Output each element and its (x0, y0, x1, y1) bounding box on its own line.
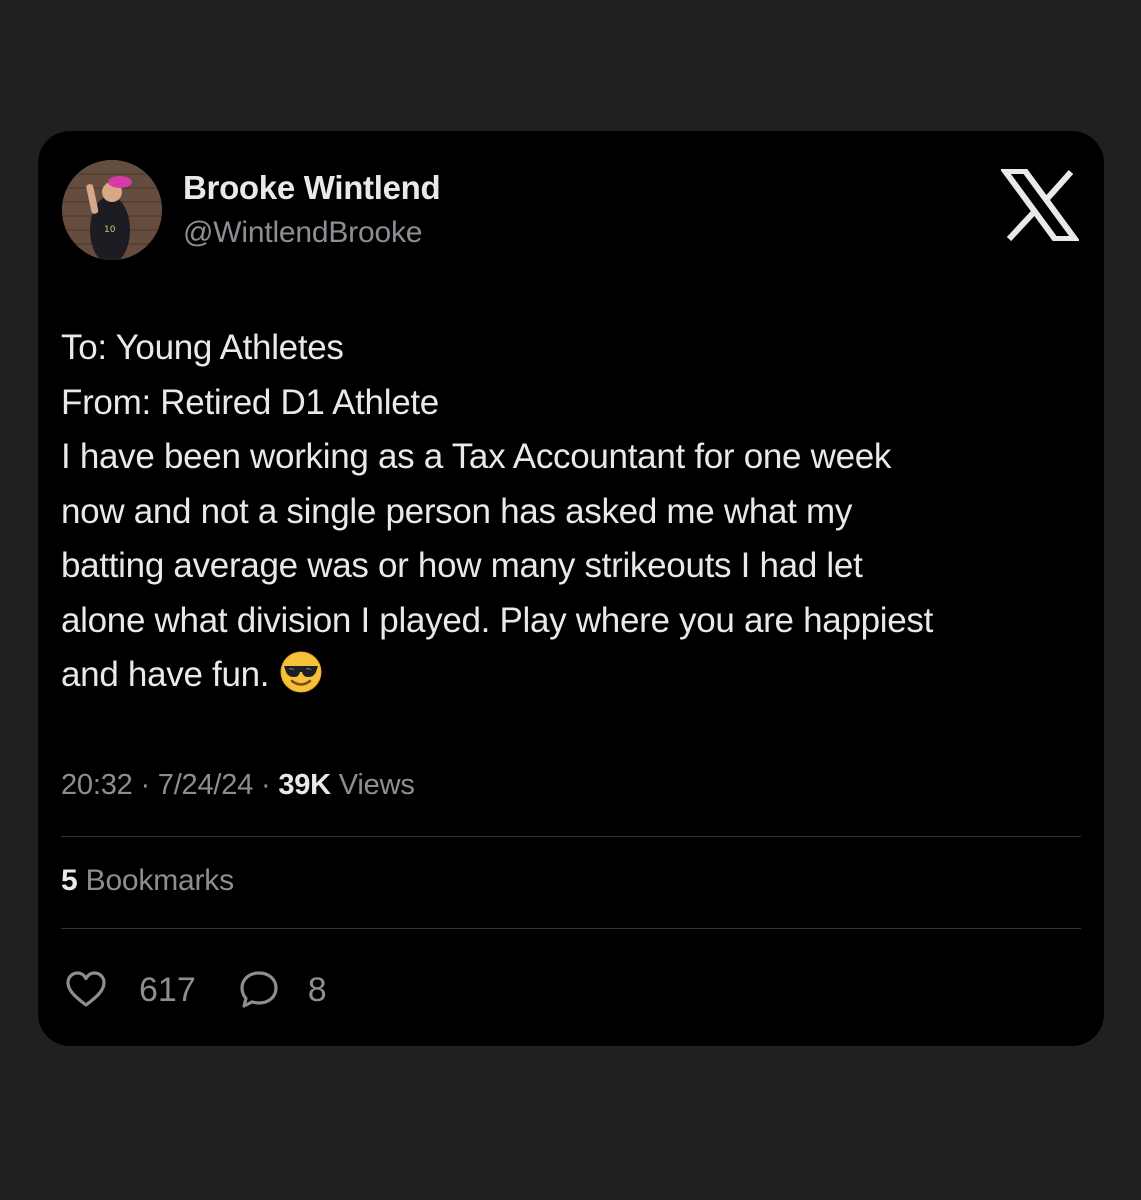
author-name[interactable]: Brooke Wintlend (183, 169, 441, 207)
avatar[interactable]: 10 (62, 160, 162, 260)
x-logo-icon (1001, 169, 1079, 241)
meta-separator: · (140, 769, 150, 801)
tweet-text: To: Young Athletes From: Retired D1 Athl… (61, 321, 1091, 703)
reply-icon[interactable] (238, 969, 280, 1011)
tweet-line: I have been working as a Tax Accountant … (61, 437, 892, 476)
meta-separator: · (260, 769, 271, 801)
tweet-line: batting average was or how many strikeou… (61, 546, 863, 585)
tweet-line: and have fun. (61, 655, 270, 694)
author-handle[interactable]: @WintlendBrooke (183, 216, 422, 250)
tweet-time[interactable]: 20:32 (61, 769, 133, 801)
tweet-line-last: and have fun. (61, 648, 1091, 703)
tweet-line: now and not a single person has asked me… (61, 491, 853, 531)
like-count: 617 (139, 970, 196, 1009)
tweet-line: alone what division I played. Play where… (61, 600, 934, 640)
smiling-face-with-sunglasses-emoji (280, 651, 322, 693)
bookmarks-stat[interactable]: 5 Bookmarks (61, 864, 234, 898)
views-count: 39K (278, 769, 331, 801)
bookmarks-count: 5 (61, 864, 78, 897)
views-label: Views (338, 769, 415, 801)
tweet-meta: 20:32 · 7/24/24 · 39K Views (61, 769, 415, 802)
tweet-line: From: Retired D1 Athlete (61, 382, 439, 422)
divider (61, 928, 1081, 929)
svg-text:10: 10 (104, 225, 116, 235)
tweet-date[interactable]: 7/24/24 (158, 769, 254, 801)
tweet-actions: 617 8 (65, 968, 327, 1012)
tweet-card: 10 Brooke Wintlend @WintlendBrooke To: Y… (38, 131, 1104, 1046)
bookmarks-label: Bookmarks (85, 864, 234, 897)
reply-count: 8 (307, 970, 327, 1009)
divider (61, 836, 1081, 837)
tweet-line: To: Young Athletes (61, 328, 344, 367)
heart-icon[interactable] (65, 969, 107, 1011)
